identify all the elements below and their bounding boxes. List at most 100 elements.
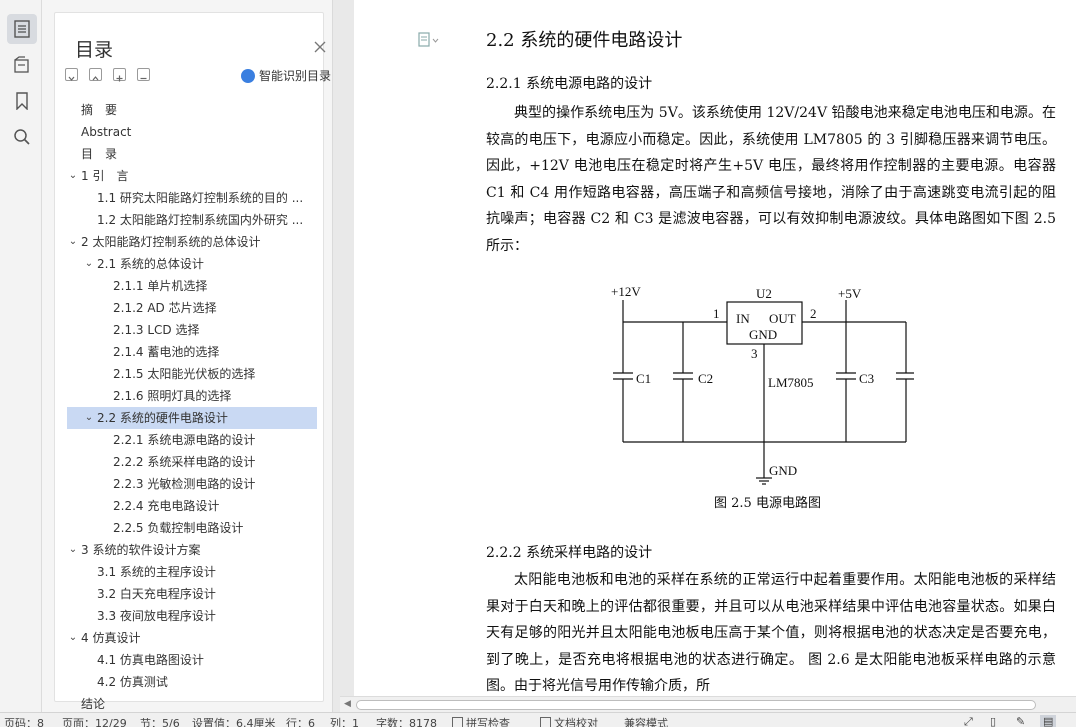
toc-item[interactable]: 3.2 白天充电程序设计 <box>67 583 317 605</box>
add-heading-icon[interactable] <box>113 68 126 82</box>
c1-label: C1 <box>636 371 651 386</box>
ground-label: GND <box>769 463 797 478</box>
toc-item-label: 3.2 白天充电程序设计 <box>97 587 216 601</box>
status-setting: 设置值：6.4厘米 <box>192 717 276 727</box>
toc-item-label: 2.1.5 太阳能光伏板的选择 <box>113 367 256 381</box>
toc-item[interactable]: 2.1.6 照明灯具的选择 <box>67 385 317 407</box>
chevron-down-icon[interactable]: ⌄ <box>67 539 79 561</box>
vin-label: +12V <box>611 284 641 299</box>
toc-item-label: 2.2.2 系统采样电路的设计 <box>113 455 256 469</box>
document-outline-icon[interactable] <box>418 32 440 52</box>
chevron-down-icon[interactable]: ⌄ <box>67 231 79 253</box>
toc-item[interactable]: 2.1.2 AD 芯片选择 <box>67 297 317 319</box>
pin2-label: 2 <box>810 306 817 321</box>
status-words[interactable]: 字数：8178 <box>376 715 437 727</box>
toc-item[interactable]: ⌄ 4 仿真设计 <box>67 627 317 649</box>
toc-item-label: 2 太阳能路灯控制系统的总体设计 <box>81 235 261 249</box>
smart-toc-icon <box>241 68 255 83</box>
toc-item-label: 3.1 系统的主程序设计 <box>97 565 216 579</box>
smart-toc-button[interactable]: 智能识别目录 <box>241 67 331 84</box>
toc-item[interactable]: Abstract <box>67 121 317 143</box>
toc-item-label: 目 录 <box>81 147 118 161</box>
toc-item[interactable]: 3.1 系统的主程序设计 <box>67 561 317 583</box>
toc-item[interactable]: 2.1.4 蓄电池的选择 <box>67 341 317 363</box>
toc-item[interactable]: ⌄ 2.1 系统的总体设计 <box>67 253 317 275</box>
panel-splitter[interactable] <box>332 0 354 712</box>
toc-item[interactable]: 2.1.3 LCD 选择 <box>67 319 317 341</box>
toc-item[interactable]: 2.1.5 太阳能光伏板的选择 <box>67 363 317 385</box>
chevron-down-icon[interactable]: ⌄ <box>67 627 79 649</box>
toc-item-label: 2.1.2 AD 芯片选择 <box>113 301 217 315</box>
body-paragraph: 典型的操作系统电压为 5V。该系统使用 12V/24V 铅酸电池来稳定电池电压和… <box>486 105 1056 254</box>
toc-item-label: 1.1 研究太阳能路灯控制系统的目的 ... <box>97 191 304 205</box>
toc-item[interactable]: 4.2 仿真测试 <box>67 671 317 693</box>
toc-item-label: 2.2 系统的硬件电路设计 <box>97 411 228 425</box>
navigation-pane-icon[interactable] <box>7 50 37 80</box>
status-page[interactable]: 页面：12/29 <box>62 715 127 727</box>
subsection-heading: 2.2.2 系统采样电路的设计 <box>486 545 653 561</box>
left-icon-rail <box>0 0 42 712</box>
body-paragraph: 太阳能电池板和电池的采样在系统的正常运行中起着重要作用。太阳能电池板的采样结果对… <box>486 572 1056 694</box>
toc-item-label: 4.2 仿真测试 <box>97 675 168 689</box>
toc-item[interactable]: 目 录 <box>67 143 317 165</box>
proofread-icon <box>540 717 551 727</box>
toc-item-label: 3 系统的软件设计方案 <box>81 543 201 557</box>
horizontal-scrollbar[interactable]: ◀ <box>340 696 1076 712</box>
toc-item-label: 3.3 夜间放电程序设计 <box>97 609 216 623</box>
chevron-down-icon[interactable]: ⌄ <box>83 253 95 275</box>
pin-out-label: OUT <box>769 311 796 326</box>
toc-item[interactable]: 2.2.2 系统采样电路的设计 <box>67 451 317 473</box>
toc-item[interactable]: 2.2.1 系统电源电路的设计 <box>67 429 317 451</box>
toc-item[interactable]: 摘 要 <box>67 99 317 121</box>
toc-item[interactable]: 2.2.5 负载控制电路设计 <box>67 517 317 539</box>
edit-view-icon[interactable]: ✎ <box>1016 715 1025 727</box>
proofread-toggle[interactable]: 文档校对 <box>540 715 598 727</box>
search-icon[interactable] <box>7 122 37 152</box>
scroll-left-icon[interactable]: ◀ <box>344 699 351 709</box>
toc-item[interactable]: ⌄ 1 引 言 <box>67 165 317 187</box>
proofread-label: 文档校对 <box>554 717 598 727</box>
status-page-code: 页码：8 <box>4 717 44 727</box>
toc-item[interactable]: 4.1 仿真电路图设计 <box>67 649 317 671</box>
remove-heading-icon[interactable] <box>137 68 150 81</box>
toc-item[interactable]: 结论 <box>67 693 317 709</box>
pin-in-label: IN <box>736 311 750 326</box>
spell-check-toggle[interactable]: 拼写检查 <box>452 715 510 727</box>
toc-item[interactable]: 2.2.3 光敏检测电路的设计 <box>67 473 317 495</box>
toc-item[interactable]: 1.2 太阳能路灯控制系统国内外研究 ... <box>67 209 317 231</box>
toc-item-label: 2.2.1 系统电源电路的设计 <box>113 433 256 447</box>
toc-item[interactable]: ⌄ 3 系统的软件设计方案 <box>67 539 317 561</box>
spell-check-icon <box>452 717 463 727</box>
page-view-icon[interactable]: ▤ <box>1040 715 1057 727</box>
toc-item[interactable]: 2.2.4 充电电路设计 <box>67 495 317 517</box>
compat-mode-label: 兼容模式 <box>624 717 668 727</box>
power-circuit-diagram: +12V +5V U2 IN OUT GND 1 2 3 LM7805 C1 C… <box>611 284 914 485</box>
status-row: 行：6 <box>286 717 315 727</box>
toc-item[interactable]: 2.1.1 单片机选择 <box>67 275 317 297</box>
pin-gnd-label: GND <box>749 327 777 342</box>
chevron-down-icon[interactable]: ⌄ <box>83 407 95 429</box>
toc-item[interactable]: ⌄ 2 太阳能路灯控制系统的总体设计 <box>67 231 317 253</box>
reading-view-icon[interactable]: ▯ <box>990 715 996 727</box>
chip-ref-label: U2 <box>756 286 772 301</box>
bookmark-icon[interactable] <box>7 86 37 116</box>
toc-item[interactable]: ⌄ 2.2 系统的硬件电路设计 <box>67 407 317 429</box>
toc-item-label: 2.1 系统的总体设计 <box>97 257 204 271</box>
collapse-all-icon[interactable] <box>89 68 102 81</box>
toc-item-label: Abstract <box>81 125 132 139</box>
document-page: 2.2 系统的硬件电路设计 2.2.1 系统电源电路的设计 典型的操作系统电压为… <box>354 0 1076 696</box>
toc-item-label: 2.2.4 充电电路设计 <box>113 499 220 513</box>
toc-item-label: 2.2.3 光敏检测电路的设计 <box>113 477 256 491</box>
section-heading: 2.2 系统的硬件电路设计 <box>486 30 683 51</box>
toc-panel-icon[interactable] <box>7 14 37 44</box>
fullscreen-icon[interactable]: ⤢ <box>964 715 973 727</box>
expand-all-icon[interactable] <box>65 68 78 81</box>
close-icon[interactable] <box>313 39 327 53</box>
toc-title: 目录 <box>75 39 114 61</box>
toc-item[interactable]: 3.3 夜间放电程序设计 <box>67 605 317 627</box>
chevron-down-icon[interactable]: ⌄ <box>67 165 79 187</box>
toc-list: 摘 要 Abstract 目 录 ⌄ 1 引 言 1.1 研究太阳能路灯控制系统的目的 .… <box>67 99 317 709</box>
toc-item[interactable]: 1.1 研究太阳能路灯控制系统的目的 ... <box>67 187 317 209</box>
scrollbar-thumb[interactable] <box>356 700 1036 710</box>
status-bar: 页码：8 页面：12/29 节：5/6 设置值：6.4厘米 行：6 列：1 字数… <box>0 712 1076 727</box>
